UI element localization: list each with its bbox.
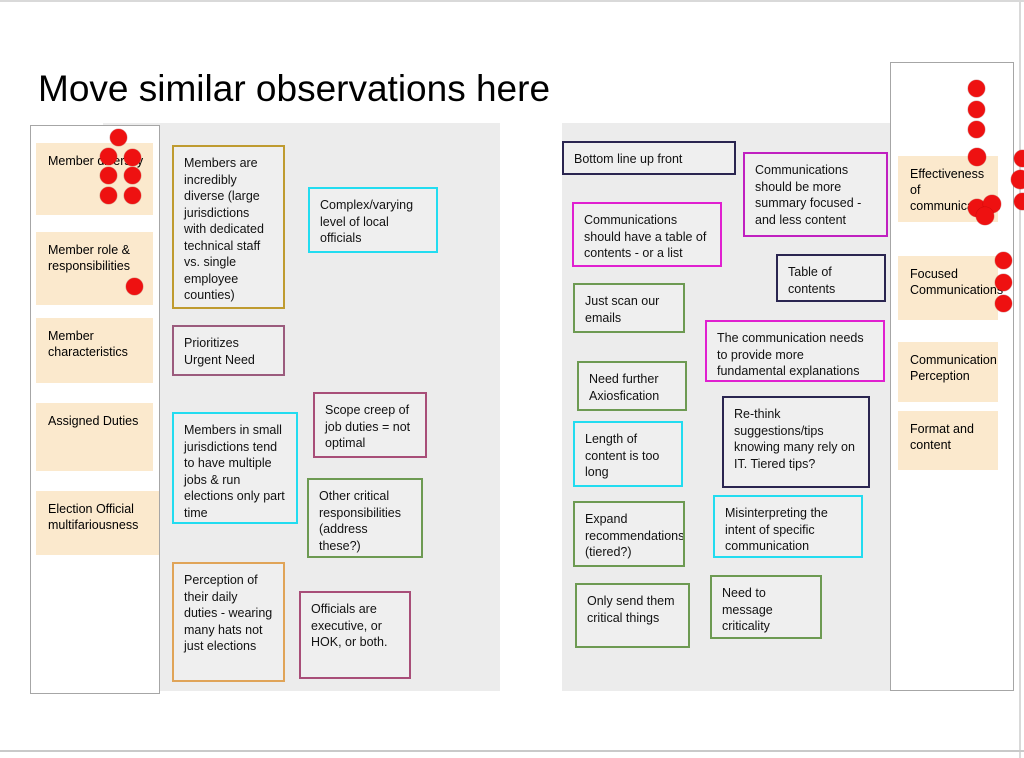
vote-dot: [995, 274, 1012, 291]
category-label: Focused Communications: [910, 267, 1004, 297]
note-text: Other critical responsibilities (address…: [319, 489, 401, 553]
sticky-note[interactable]: Need further Axiosfication: [577, 361, 687, 411]
note-text: Perception of their daily duties - weari…: [184, 573, 273, 653]
vote-dot: [124, 167, 141, 184]
note-text: Communications should have a table of co…: [584, 213, 707, 260]
sticky-note[interactable]: Misinterpreting the intent of specific c…: [713, 495, 863, 558]
sticky-note[interactable]: Other critical responsibilities (address…: [307, 478, 423, 558]
sticky-note[interactable]: Need to message criticality: [710, 575, 822, 639]
vote-dot: [100, 167, 117, 184]
vote-dot: [968, 101, 985, 118]
note-text: Prioritizes Urgent Need: [184, 336, 255, 367]
note-text: Misinterpreting the intent of specific c…: [725, 506, 828, 553]
category-election-official-multifariousness[interactable]: Election Official multifariousness: [36, 491, 159, 555]
sticky-note[interactable]: Re-think suggestions/tips knowing many r…: [722, 396, 870, 488]
category-label: Member role & responsibilities: [48, 243, 130, 273]
sticky-note[interactable]: Communications should be more summary fo…: [743, 152, 888, 237]
note-text: The communication needs to provide more …: [717, 331, 864, 378]
category-label: Assigned Duties: [48, 414, 139, 428]
vote-dot: [110, 129, 127, 146]
sticky-note[interactable]: Communications should have a table of co…: [572, 202, 722, 267]
category-label: Communication Perception: [910, 353, 997, 383]
vote-dot: [1011, 170, 1024, 189]
vote-dot: [968, 121, 985, 138]
sticky-note[interactable]: Table of contents: [776, 254, 886, 302]
vote-dot: [995, 295, 1012, 312]
vote-dot: [1014, 150, 1024, 167]
category-focused-communications[interactable]: Focused Communications: [898, 256, 1003, 320]
category-communication-perception[interactable]: Communication Perception: [898, 342, 998, 402]
vote-dot: [968, 148, 986, 166]
category-member-characteristics[interactable]: Member characteristics: [36, 318, 153, 383]
vote-dot: [126, 278, 143, 295]
category-format-and-content[interactable]: Format and content: [898, 411, 998, 470]
note-text: Officials are executive, or HOK, or both…: [311, 602, 388, 649]
vote-dot: [976, 207, 994, 225]
slide-right-border: [1019, 0, 1021, 758]
page-title: Move similar observations here: [38, 68, 551, 109]
vote-dot: [100, 148, 117, 165]
slide-top-border: [0, 0, 1024, 2]
sticky-note[interactable]: Prioritizes Urgent Need: [172, 325, 285, 376]
vote-dot: [124, 149, 141, 166]
note-text: Members in small jurisdictions tend to h…: [184, 423, 285, 520]
sticky-note[interactable]: Only send them critical things: [575, 583, 690, 648]
sticky-note[interactable]: Officials are executive, or HOK, or both…: [299, 591, 411, 679]
vote-dot: [968, 80, 985, 97]
sticky-note[interactable]: Expand recommendations (tiered?): [573, 501, 685, 567]
sticky-note[interactable]: Length of content is too long: [573, 421, 683, 487]
note-text: Communications should be more summary fo…: [755, 163, 862, 227]
note-text: Need further Axiosfication: [589, 372, 660, 403]
vote-dot: [124, 187, 141, 204]
note-text: Just scan our emails: [585, 294, 660, 325]
note-text: Re-think suggestions/tips knowing many r…: [734, 407, 855, 471]
category-label: Format and content: [910, 422, 974, 452]
sticky-note[interactable]: Scope creep of job duties = not optimal: [313, 392, 427, 458]
note-text: Only send them critical things: [587, 594, 675, 625]
note-text: Scope creep of job duties = not optimal: [325, 403, 411, 450]
vote-dot: [100, 187, 117, 204]
sticky-note[interactable]: Bottom line up front: [562, 141, 736, 175]
slide-bottom-border: [0, 750, 1024, 752]
note-text: Expand recommendations (tiered?): [585, 512, 685, 559]
note-text: Complex/varying level of local officials: [320, 198, 414, 245]
vote-dot: [995, 252, 1012, 269]
category-assigned-duties[interactable]: Assigned Duties: [36, 403, 153, 471]
category-label: Election Official multifariousness: [48, 502, 139, 532]
note-text: Table of contents: [788, 265, 836, 296]
sticky-note[interactable]: The communication needs to provide more …: [705, 320, 885, 382]
note-text: Bottom line up front: [574, 152, 683, 166]
sticky-note[interactable]: Members in small jurisdictions tend to h…: [172, 412, 298, 524]
note-text: Length of content is too long: [585, 432, 660, 479]
vote-dot: [1014, 193, 1024, 210]
note-text: Members are incredibly diverse (large ju…: [184, 156, 264, 302]
category-label: Member characteristics: [48, 329, 128, 359]
sticky-note[interactable]: Just scan our emails: [573, 283, 685, 333]
note-text: Need to message criticality: [722, 586, 773, 633]
sticky-note[interactable]: Complex/varying level of local officials: [308, 187, 438, 253]
sticky-note[interactable]: Perception of their daily duties - weari…: [172, 562, 285, 682]
sticky-note[interactable]: Members are incredibly diverse (large ju…: [172, 145, 285, 309]
